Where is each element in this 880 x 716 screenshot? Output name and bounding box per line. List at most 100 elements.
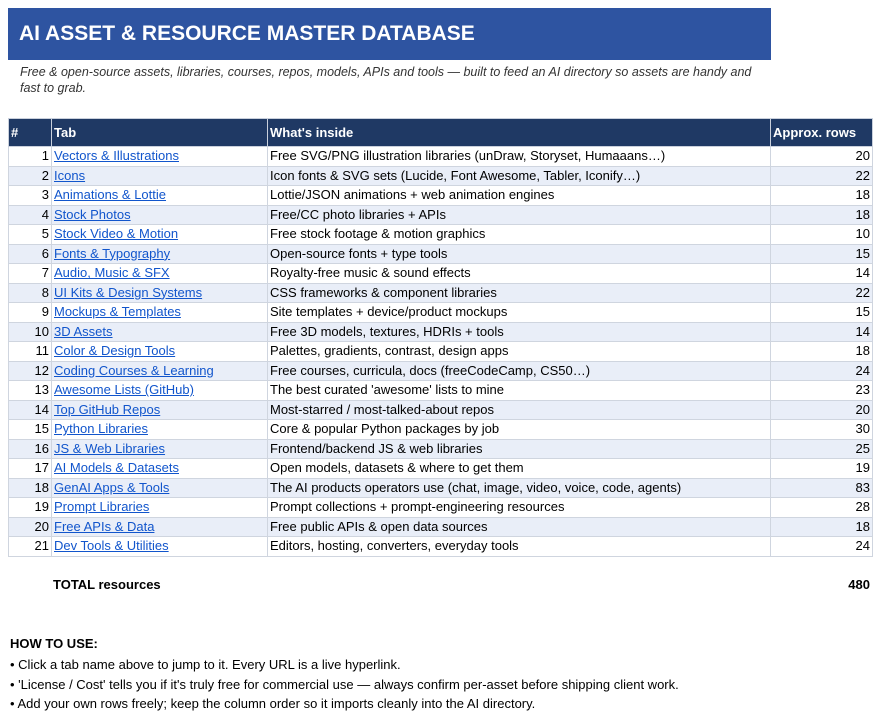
header-num: # bbox=[8, 118, 52, 147]
tab-link[interactable]: Dev Tools & Utilities bbox=[54, 538, 169, 553]
tab-link[interactable]: Audio, Music & SFX bbox=[54, 265, 170, 280]
table-row: 8 UI Kits & Design Systems CSS frameworks … bbox=[8, 282, 873, 303]
row-number: 20 bbox=[8, 516, 52, 537]
row-description: CSS frameworks & component libraries bbox=[267, 282, 771, 303]
table-row: 3 Animations & Lottie Lottie/JSON animatio… bbox=[8, 185, 873, 206]
total-label: TOTAL resources bbox=[53, 577, 161, 592]
tab-link[interactable]: Mockups & Templates bbox=[54, 304, 181, 319]
row-number: 19 bbox=[8, 497, 52, 518]
table-header-row: # Tab What's inside Approx. rows bbox=[8, 118, 873, 147]
tab-link[interactable]: Stock Photos bbox=[54, 207, 131, 222]
table-row: 11 Color & Design Tools Palettes, gradient… bbox=[8, 341, 873, 362]
row-count: 25 bbox=[770, 438, 873, 459]
table-row: 19 Prompt Libraries Prompt collections + p… bbox=[8, 497, 873, 518]
table-row: 16 JS & Web Libraries Frontend/backend JS … bbox=[8, 438, 873, 459]
row-description: Free public APIs & open data sources bbox=[267, 516, 771, 537]
table-body: 1 Vectors & Illustrations Free SVG/PNG ill… bbox=[8, 146, 873, 557]
tab-link[interactable]: GenAI Apps & Tools bbox=[54, 480, 169, 495]
tab-link[interactable]: Color & Design Tools bbox=[54, 343, 175, 358]
row-description: The best curated 'awesome' lists to mine bbox=[267, 380, 771, 401]
row-count: 28 bbox=[770, 497, 873, 518]
row-number: 5 bbox=[8, 224, 52, 245]
row-count: 18 bbox=[770, 516, 873, 537]
row-number: 12 bbox=[8, 360, 52, 381]
row-count: 22 bbox=[770, 165, 873, 186]
tab-link[interactable]: JS & Web Libraries bbox=[54, 441, 165, 456]
tab-link[interactable]: 3D Assets bbox=[54, 324, 113, 339]
tab-link[interactable]: Free APIs & Data bbox=[54, 519, 154, 534]
row-count: 18 bbox=[770, 341, 873, 362]
row-count: 10 bbox=[770, 224, 873, 245]
row-number: 15 bbox=[8, 419, 52, 440]
table-row: 17 AI Models & Datasets Open models, datas… bbox=[8, 458, 873, 479]
table-row: 5 Stock Video & Motion Free stock footage … bbox=[8, 224, 873, 245]
tab-link[interactable]: AI Models & Datasets bbox=[54, 460, 179, 475]
tab-link[interactable]: Vectors & Illustrations bbox=[54, 148, 179, 163]
row-number: 4 bbox=[8, 204, 52, 225]
table-row: 7 Audio, Music & SFX Royalty-free music & … bbox=[8, 263, 873, 284]
table-row: 2 Icons Icon fonts & SVG sets (Lucide, Fon… bbox=[8, 165, 873, 186]
tab-link[interactable]: Icons bbox=[54, 168, 85, 183]
header-count: Approx. rows bbox=[770, 118, 873, 147]
row-number: 16 bbox=[8, 438, 52, 459]
row-number: 17 bbox=[8, 458, 52, 479]
row-number: 21 bbox=[8, 536, 52, 557]
tab-link[interactable]: Prompt Libraries bbox=[54, 499, 149, 514]
row-count: 18 bbox=[770, 185, 873, 206]
table-row: 21 Dev Tools & Utilities Editors, hosting,… bbox=[8, 536, 873, 557]
tab-link[interactable]: UI Kits & Design Systems bbox=[54, 285, 202, 300]
row-description: Royalty-free music & sound effects bbox=[267, 263, 771, 284]
header-desc: What's inside bbox=[267, 118, 771, 147]
howto-item: • Add your own rows freely; keep the col… bbox=[10, 696, 536, 711]
row-number: 6 bbox=[8, 243, 52, 264]
index-table: # Tab What's inside Approx. rows 1 Vector… bbox=[8, 118, 873, 557]
row-description: Lottie/JSON animations + web animation e… bbox=[267, 185, 771, 206]
howto-item: • Click a tab name above to jump to it. … bbox=[10, 657, 401, 672]
row-number: 11 bbox=[8, 341, 52, 362]
row-number: 7 bbox=[8, 263, 52, 284]
table-row: 4 Stock Photos Free/CC photo libraries + A… bbox=[8, 204, 873, 225]
row-count: 18 bbox=[770, 204, 873, 225]
row-count: 83 bbox=[770, 477, 873, 498]
table-row: 13 Awesome Lists (GitHub) The best curated… bbox=[8, 380, 873, 401]
page-title: AI ASSET & RESOURCE MASTER DATABASE bbox=[8, 8, 771, 60]
row-count: 24 bbox=[770, 360, 873, 381]
table-row: 10 3D Assets Free 3D models, textures, HDR… bbox=[8, 321, 873, 342]
row-number: 2 bbox=[8, 165, 52, 186]
table-row: 20 Free APIs & Data Free public APIs & ope… bbox=[8, 516, 873, 537]
header-tab: Tab bbox=[51, 118, 268, 147]
tab-link[interactable]: Stock Video & Motion bbox=[54, 226, 178, 241]
row-count: 19 bbox=[770, 458, 873, 479]
tab-link[interactable]: Animations & Lottie bbox=[54, 187, 166, 202]
tab-link[interactable]: Awesome Lists (GitHub) bbox=[54, 382, 194, 397]
row-count: 23 bbox=[770, 380, 873, 401]
row-description: Open-source fonts + type tools bbox=[267, 243, 771, 264]
row-count: 20 bbox=[770, 399, 873, 420]
table-row: 9 Mockups & Templates Site templates + dev… bbox=[8, 302, 873, 323]
table-row: 12 Coding Courses & Learning Free courses,… bbox=[8, 360, 873, 381]
row-count: 20 bbox=[770, 146, 873, 167]
tab-link[interactable]: Coding Courses & Learning bbox=[54, 363, 214, 378]
row-count: 22 bbox=[770, 282, 873, 303]
row-description: Editors, hosting, converters, everyday t… bbox=[267, 536, 771, 557]
tab-link[interactable]: Top GitHub Repos bbox=[54, 402, 160, 417]
row-number: 8 bbox=[8, 282, 52, 303]
row-count: 15 bbox=[770, 302, 873, 323]
page-subtitle: Free & open-source assets, libraries, co… bbox=[20, 65, 752, 95]
table-row: 1 Vectors & Illustrations Free SVG/PNG ill… bbox=[8, 146, 873, 167]
howto-list: • Click a tab name above to jump to it. … bbox=[10, 655, 679, 714]
tab-link[interactable]: Fonts & Typography bbox=[54, 246, 170, 261]
row-description: Most-starred / most-talked-about repos bbox=[267, 399, 771, 420]
row-count: 15 bbox=[770, 243, 873, 264]
row-description: Free courses, curricula, docs (freeCodeC… bbox=[267, 360, 771, 381]
row-count: 24 bbox=[770, 536, 873, 557]
tab-link[interactable]: Python Libraries bbox=[54, 421, 148, 436]
row-count: 14 bbox=[770, 263, 873, 284]
row-description: Free stock footage & motion graphics bbox=[267, 224, 771, 245]
row-number: 3 bbox=[8, 185, 52, 206]
row-description: Free/CC photo libraries + APIs bbox=[267, 204, 771, 225]
howto-title: HOW TO USE: bbox=[10, 636, 98, 651]
row-description: Frontend/backend JS & web libraries bbox=[267, 438, 771, 459]
row-description: Open models, datasets & where to get the… bbox=[267, 458, 771, 479]
row-number: 14 bbox=[8, 399, 52, 420]
